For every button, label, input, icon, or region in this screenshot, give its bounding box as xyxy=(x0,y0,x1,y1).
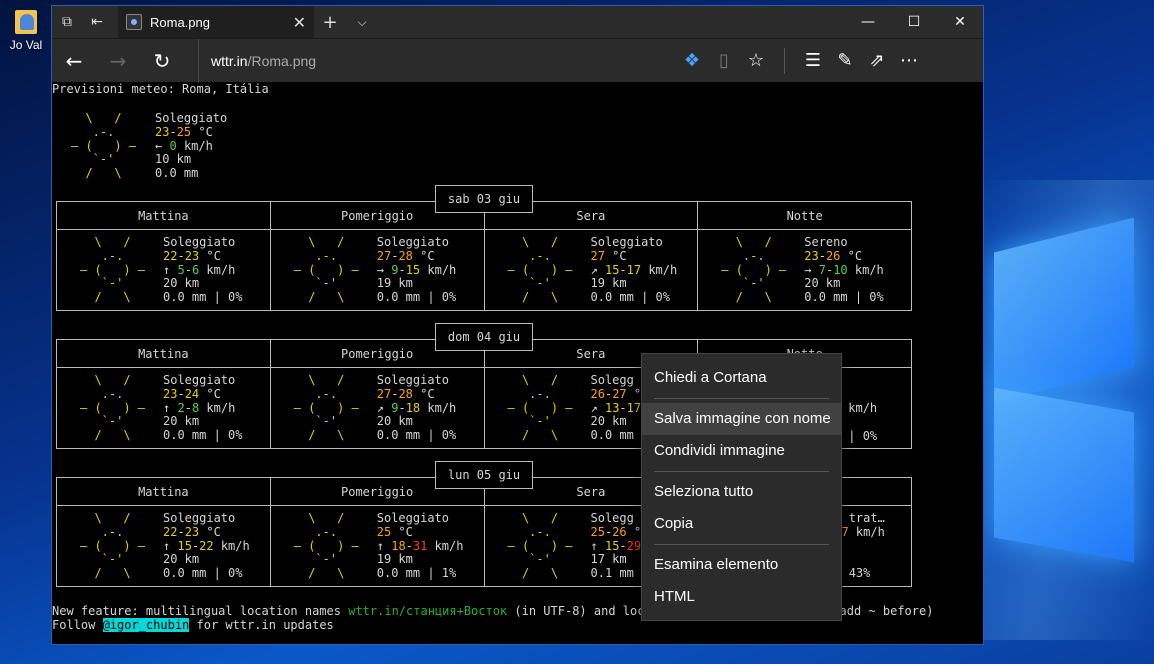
web-note-icon[interactable]: ✎ xyxy=(829,39,861,83)
period-label: Mattina xyxy=(57,202,271,229)
sun-ascii-icon: \ / .-. ― ( ) ― `-' / \ xyxy=(293,235,359,305)
browser-window: ⧉ ⇤ Roma.png ✕ + ⌵ — ☐ ✕ ← → ↻ wttr.in/R… xyxy=(51,5,984,645)
menu-item-copy[interactable]: Copia xyxy=(642,508,841,540)
set-aside-tabs-icon[interactable]: ⇤ xyxy=(82,6,112,38)
close-window-icon[interactable]: ✕ xyxy=(937,6,983,38)
favorite-star-icon[interactable]: ☆ xyxy=(740,39,772,83)
page-content: Previsioni meteo: Roma, Itália \ / .-. ―… xyxy=(52,83,983,634)
more-icon[interactable]: ⋯ xyxy=(893,39,925,83)
sun-ascii-icon: \ / .-. ― ( ) ― `-' / \ xyxy=(80,235,146,305)
refresh-icon[interactable]: ↻ xyxy=(140,39,184,83)
menu-divider xyxy=(654,398,829,399)
menu-item-share-image[interactable]: Condividi immagine xyxy=(642,435,841,467)
favicon-icon xyxy=(126,14,142,30)
windows-logo xyxy=(974,215,1154,655)
twitter-handle-link[interactable]: @igor_chubin xyxy=(102,618,190,632)
period-label: Mattina xyxy=(57,340,271,367)
maximize-icon[interactable]: ☐ xyxy=(891,6,937,38)
current-weather-info: Soleggiato 23-25 °C ← 0 km/h 10 km 0.0 m… xyxy=(155,111,228,181)
nav-toolbar: ← → ↻ wttr.in/Roma.png ❖ ▯ ☆ ☰ ✎ ⇗ ⋯ xyxy=(52,38,983,83)
cortana-icon[interactable]: ❖ xyxy=(676,39,708,83)
menu-divider xyxy=(654,471,829,472)
new-tab-icon[interactable]: + xyxy=(314,12,346,33)
menu-item-select-all[interactable]: Seleziona tutto xyxy=(642,476,841,508)
sun-ascii-icon: \ / .-. ― ( ) ― `-' / \ xyxy=(80,511,146,581)
moon-ascii-icon: \ / .-. ― ( ) ― `-' / \ xyxy=(721,235,787,305)
menu-item-html[interactable]: HTML xyxy=(642,581,841,613)
back-arrow-icon[interactable]: ← xyxy=(52,39,96,83)
desktop-icon-label: Jo Val xyxy=(9,38,43,52)
reading-view-icon[interactable]: ▯ xyxy=(708,39,740,83)
user-folder-icon xyxy=(13,8,39,36)
sun-ascii-icon: \ / .-. ― ( ) ― `-' / \ xyxy=(293,373,359,443)
period-cell: \ / .-. ― ( ) ― `-' / \ Soleggiato 27-28… xyxy=(271,230,485,310)
share-icon[interactable]: ⇗ xyxy=(861,39,893,83)
address-bar[interactable]: wttr.in/Roma.png xyxy=(198,38,676,83)
title-bar: ⧉ ⇤ Roma.png ✕ + ⌵ — ☐ ✕ xyxy=(52,6,983,38)
menu-item-inspect-element[interactable]: Esamina elemento xyxy=(642,549,841,581)
day-date: sab 03 giu xyxy=(435,185,533,213)
period-label: Mattina xyxy=(57,478,271,505)
tab-roma-png[interactable]: Roma.png ✕ xyxy=(118,6,314,38)
day-date: lun 05 giu xyxy=(435,461,533,489)
forward-arrow-icon[interactable]: → xyxy=(96,39,140,83)
menu-item-ask-cortana[interactable]: Chiedi a Cortana xyxy=(642,362,841,394)
period-cell: \ / .-. ― ( ) ― `-' / \ Soleggiato 23-24… xyxy=(57,368,271,448)
tab-title: Roma.png xyxy=(150,14,210,30)
period-cell: \ / .-. ― ( ) ― `-' / \ Soleggiato 25 °C… xyxy=(271,506,485,586)
desktop-icon-user-folder[interactable]: Jo Val xyxy=(4,8,48,52)
menu-divider xyxy=(654,544,829,545)
period-cell: \ / .-. ― ( ) ― `-' / \ Soleggiato 27 °C… xyxy=(485,230,699,310)
sun-ascii-icon: \ / .-. ― ( ) ― `-' / \ xyxy=(507,235,573,305)
sun-ascii-icon: \ / .-. ― ( ) ― `-' / \ xyxy=(293,511,359,581)
address-path: /Roma.png xyxy=(247,52,317,69)
sun-ascii-icon: \ / .-. ― ( ) ― `-' / \ xyxy=(507,511,573,581)
menu-item-save-image-as[interactable]: Salva immagine con nome xyxy=(642,403,841,435)
period-cell: \ / .-. ― ( ) ― `-' / \ Sereno 23-26 °C … xyxy=(721,235,884,305)
window-controls: — ☐ ✕ xyxy=(845,6,983,38)
close-tab-icon[interactable]: ✕ xyxy=(293,13,306,32)
context-menu: Chiedi a Cortana Salva immagine con nome… xyxy=(641,353,842,621)
chevron-down-icon[interactable]: ⌵ xyxy=(346,15,378,30)
day-forecast: sab 03 giu Mattina Pomeriggio Sera Notte… xyxy=(56,185,912,311)
hub-icon[interactable]: ☰ xyxy=(797,39,829,83)
toolbar-separator xyxy=(784,47,785,74)
address-host: wttr.in xyxy=(211,52,248,69)
minimize-icon[interactable]: — xyxy=(845,6,891,38)
sun-ascii-icon: \ / .-. ― ( ) ― `-' / \ xyxy=(507,373,573,443)
period-cell: \ / .-. ― ( ) ― `-' / \ Soleggiato 27-28… xyxy=(271,368,485,448)
forecast-header: Previsioni meteo: Roma, Itália xyxy=(52,83,269,96)
day-date: dom 04 giu xyxy=(435,323,533,351)
period-label: Notte xyxy=(786,209,823,223)
period-cell: \ / .-. ― ( ) ― `-' / \ Soleggiato 22-23… xyxy=(57,230,271,310)
tab-preview-icon[interactable]: ⧉ xyxy=(52,6,82,38)
sun-ascii-icon: \ / .-. ― ( ) ― `-' / \ xyxy=(71,111,137,181)
sun-ascii-icon: \ / .-. ― ( ) ― `-' / \ xyxy=(80,373,146,443)
period-cell: \ / .-. ― ( ) ― `-' / \ Soleggiato 22-23… xyxy=(57,506,271,586)
footer-follow-note: Follow @igor_chubin for wttr.in updates xyxy=(52,618,334,632)
